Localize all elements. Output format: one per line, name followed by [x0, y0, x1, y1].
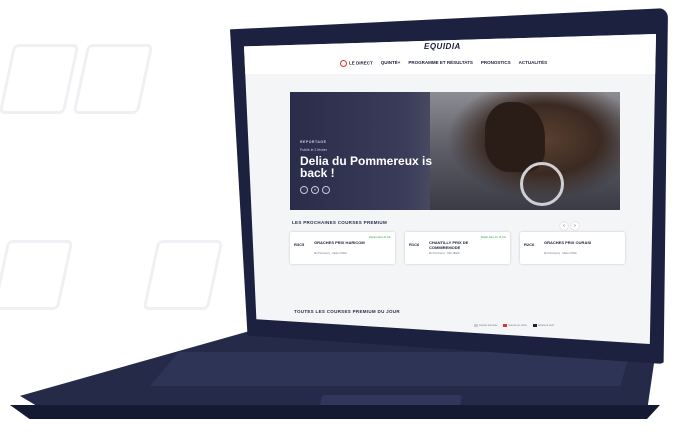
legend-label: Course à venir [537, 324, 555, 328]
main-menu: LE DIRECT QUINTÉ+ PROGRAMME ET RÉSULTATS… [340, 60, 547, 67]
legend-label: Course en cours [508, 324, 527, 328]
live-icon [340, 60, 347, 67]
hero-title[interactable]: Delia du Pommereux is back ! [300, 155, 450, 179]
race-start-badge: Départ dans 1h 15 min [480, 236, 506, 239]
race-meta: Mo Pommercy · Attelé 2700m [314, 252, 347, 255]
race-code: R3C5 [294, 242, 305, 247]
legend-swatch [503, 324, 508, 327]
nav-item-quinte[interactable]: QUINTÉ+ [381, 60, 401, 67]
race-code: R1C6 [409, 242, 420, 247]
nav-item-direct[interactable]: LE DIRECT [340, 60, 373, 67]
hero-banner[interactable]: REPORTAGE Publié le 2 février Delia du P… [290, 92, 620, 210]
horse-figure [485, 102, 545, 172]
carousel-controls: ‹ ⏸ › [300, 186, 330, 194]
laptop-screen: EQUIDIA LE DIRECT QUINTÉ+ PROGRAMME ET R… [244, 34, 656, 344]
nav-item-programme[interactable]: PROGRAMME ET RÉSULTATS [408, 60, 473, 67]
legend-swatch [532, 324, 537, 327]
race-code: R2C6 [524, 242, 535, 247]
race-card[interactable]: R1C6 CHANTILLY PRIX DE COMMIREMODE Mo Po… [405, 232, 510, 264]
legend-item: Course terminée [474, 324, 497, 327]
all-races-title: TOUTES LES COURSES PREMIUM DU JOUR [294, 309, 400, 314]
race-status-legend: Course terminée Course en cours Course à… [474, 324, 554, 327]
race-name: GRACHES PRIX HARICOM [314, 240, 365, 245]
carousel-pause-button[interactable]: ⏸ [311, 186, 319, 194]
sulky-wheel [520, 162, 564, 206]
race-start-badge: Départ dans 41 min [369, 236, 391, 239]
race-meta: Mo Pommercy · Plat 1900m [429, 252, 460, 255]
carousel-next-button[interactable]: › [322, 186, 330, 194]
laptop-front-edge [10, 405, 660, 419]
races-prev-button[interactable]: ‹ [560, 222, 568, 230]
race-card[interactable]: R3C5 GRACHES PRIX HARICOM Mo Pommercy · … [290, 232, 395, 264]
laptop: EQUIDIA LE DIRECT QUINTÉ+ PROGRAMME ET R… [0, 0, 675, 441]
carousel-prev-button[interactable]: ‹ [300, 186, 308, 194]
legend-label: Course terminée [479, 324, 498, 328]
race-name: CHANTILLY PRIX DE COMMIREMODE [429, 240, 469, 250]
race-name: GRACHES PRIX OURASI [544, 240, 592, 245]
next-races-title: LES PROCHAINES COURSES PREMIUM [292, 220, 388, 225]
laptop-keyboard [150, 352, 630, 386]
hero-category: REPORTAGE [300, 140, 327, 144]
nav-item-label: LE DIRECT [349, 60, 373, 66]
legend-item: Course à venir [532, 324, 555, 328]
legend-swatch [474, 324, 478, 327]
races-carousel-arrows: ‹ › [560, 222, 579, 230]
hero-date: Publié le 2 février [300, 148, 328, 152]
race-card[interactable]: R2C6 GRACHES PRIX OURASI Mo Pommercy · A… [520, 232, 625, 264]
site-logo[interactable]: EQUIDIA [424, 42, 461, 51]
race-meta: Mo Pommercy · Attelé 2700m [544, 252, 577, 255]
race-cards: R3C5 GRACHES PRIX HARICOM Mo Pommercy · … [290, 232, 625, 264]
nav-item-pronostics[interactable]: PRONOSTICS [481, 60, 511, 67]
legend-item: Course en cours [503, 324, 527, 328]
nav-item-actualites[interactable]: ACTUALITÉS [519, 60, 548, 67]
races-next-button[interactable]: › [571, 222, 579, 230]
